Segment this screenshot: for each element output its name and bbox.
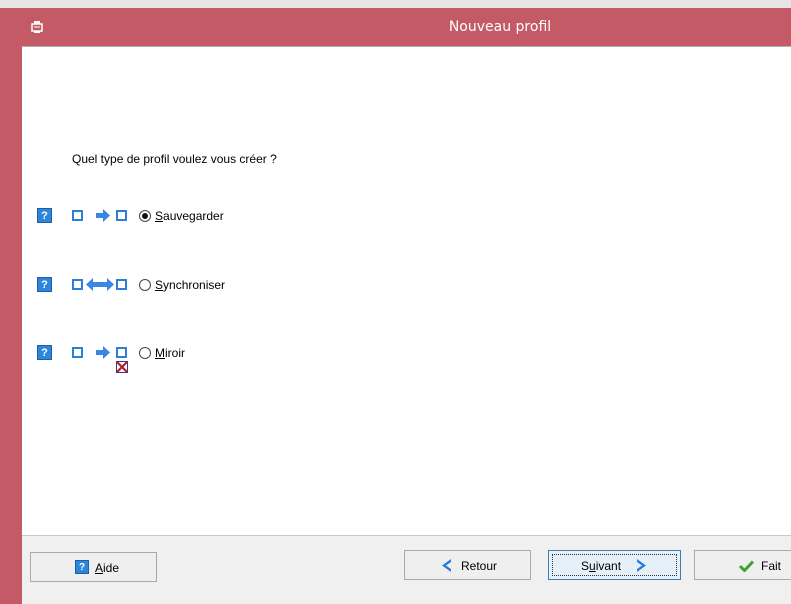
help-button[interactable]: ? Aide — [30, 552, 157, 582]
label-text: ivant — [595, 559, 622, 573]
question-text: Quel type de profil voulez vous créer ? — [72, 152, 277, 166]
next-button[interactable]: Suivant — [548, 550, 681, 580]
wizard-body — [22, 46, 791, 604]
checkmark-icon — [739, 560, 754, 572]
one-way-arrow-icon — [96, 209, 110, 222]
radio-sauvegarder[interactable] — [139, 210, 151, 222]
label-text: iroir — [165, 346, 185, 360]
back-button-label: Retour — [461, 559, 498, 573]
label-text: ide — [103, 561, 120, 575]
label-text: S — [581, 559, 590, 573]
accelerator-letter: M — [155, 346, 165, 360]
title-bar[interactable]: Nouveau profil — [0, 8, 791, 46]
top-strip — [0, 0, 791, 8]
accelerator-letter: u — [589, 559, 596, 573]
target-box-icon — [116, 210, 127, 221]
help-button-label: Aide — [95, 561, 119, 575]
back-button[interactable]: Retour — [404, 550, 531, 580]
app-icon — [31, 21, 43, 33]
one-way-arrow-icon — [96, 346, 110, 359]
done-button-label: Fait — [761, 559, 782, 573]
done-button[interactable]: Fait — [694, 550, 791, 580]
help-icon[interactable]: ? — [37, 345, 52, 360]
source-box-icon — [72, 347, 83, 358]
two-way-arrow-icon — [86, 278, 114, 291]
target-box-icon — [116, 279, 127, 290]
source-box-icon — [72, 210, 83, 221]
accelerator-letter: S — [155, 209, 164, 223]
radio-synchroniser[interactable] — [139, 279, 151, 291]
help-icon[interactable]: ? — [37, 208, 52, 223]
delete-mark-icon — [116, 361, 128, 373]
accelerator-letter: S — [155, 278, 164, 292]
help-icon[interactable]: ? — [37, 277, 52, 292]
chevron-left-icon — [442, 559, 451, 572]
label-text: auvegarder — [163, 209, 224, 223]
help-icon: ? — [75, 560, 89, 574]
source-box-icon — [72, 279, 83, 290]
window-title: Nouveau profil — [448, 19, 552, 35]
accelerator-letter: A — [95, 561, 104, 575]
chevron-right-icon — [637, 559, 646, 572]
radio-miroir[interactable] — [139, 347, 151, 359]
next-button-label: Suivant — [581, 559, 621, 573]
option-label-synchroniser[interactable]: Synchroniser — [155, 278, 225, 292]
label-text: ynchroniser — [163, 278, 226, 292]
target-box-icon — [116, 347, 127, 358]
option-label-miroir[interactable]: Miroir — [155, 346, 185, 360]
option-label-sauvegarder[interactable]: Sauvegarder — [155, 209, 224, 223]
